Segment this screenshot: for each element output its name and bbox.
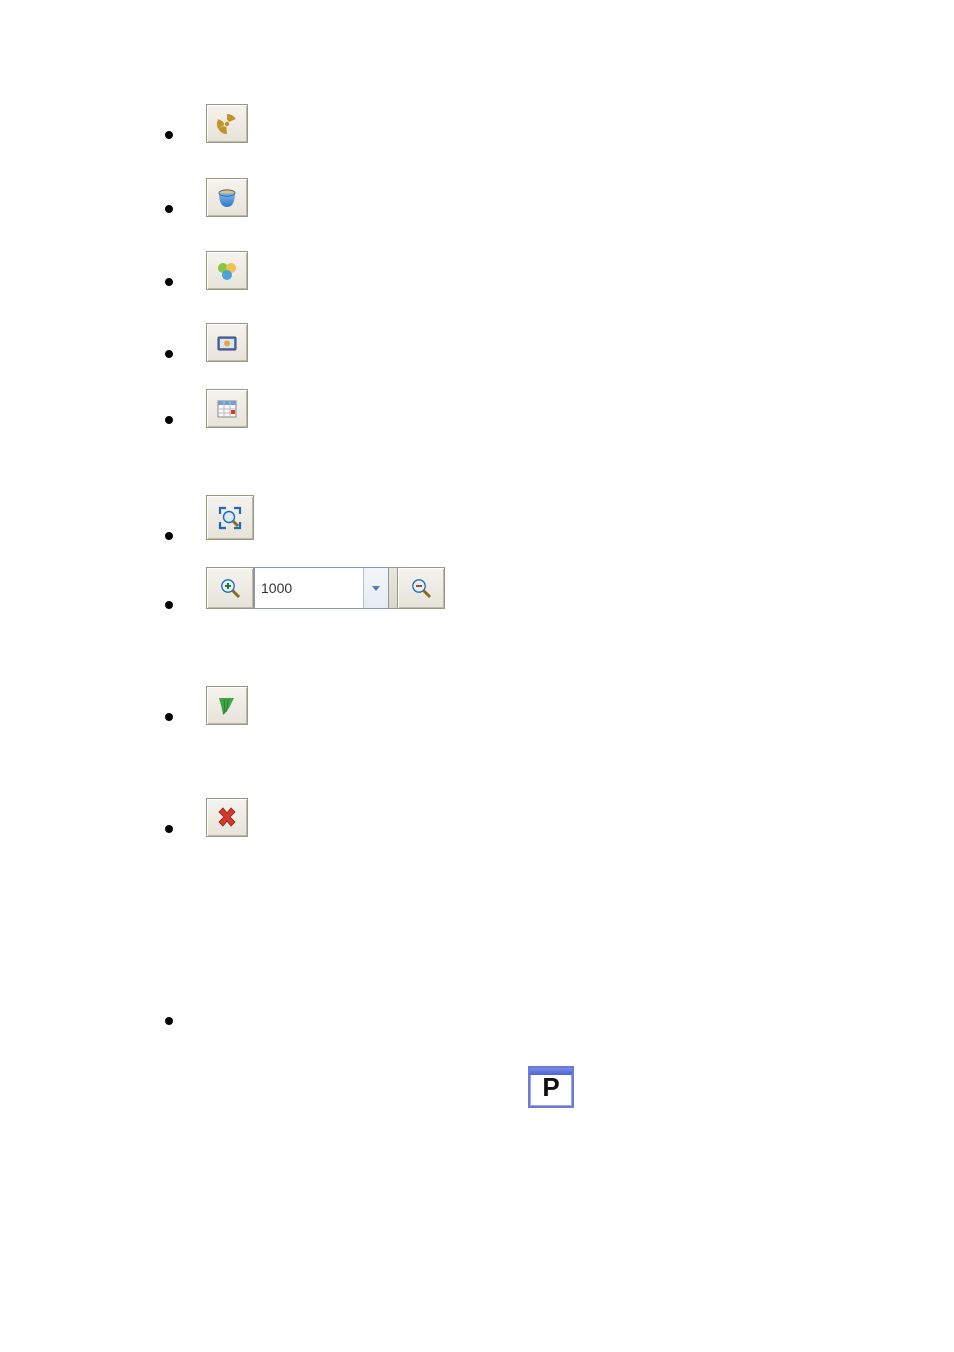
picture-icon [214, 330, 240, 356]
bullet [165, 131, 173, 139]
zoom-in-icon [217, 575, 243, 601]
toolbar-separator [389, 567, 397, 609]
zoom-fit-button[interactable] [206, 495, 254, 540]
bucket-button[interactable] [206, 178, 248, 217]
bullet [165, 278, 173, 286]
bullet [165, 825, 173, 833]
datagrid-icon [214, 396, 240, 422]
zoom-fit-icon [215, 503, 245, 533]
picture-button[interactable] [206, 323, 248, 362]
p-letter: P [542, 1072, 559, 1103]
sweep-icon [214, 693, 240, 719]
zoom-out-icon [408, 575, 434, 601]
sweep-button[interactable] [206, 686, 248, 725]
datagrid-button[interactable] [206, 389, 248, 428]
delete-icon [214, 805, 240, 831]
bullet [165, 532, 173, 540]
bullet [165, 1017, 173, 1025]
zoom-dropdown-button[interactable] [363, 568, 388, 608]
bullet [165, 416, 173, 424]
bullet [165, 713, 173, 721]
zoom-input[interactable] [255, 568, 363, 608]
zoom-out-button[interactable] [397, 567, 445, 609]
chevron-down-icon [369, 581, 383, 595]
bullet [165, 350, 173, 358]
shapes-button[interactable] [206, 251, 248, 290]
radioactive-button[interactable] [206, 104, 248, 143]
shapes-icon [214, 258, 240, 284]
zoom-bar [206, 567, 445, 609]
radioactive-icon [214, 111, 240, 137]
zoom-combo[interactable] [254, 567, 389, 609]
delete-button[interactable] [206, 798, 248, 837]
zoom-in-button[interactable] [206, 567, 254, 609]
p-icon-box: P [528, 1066, 574, 1108]
bullet [165, 205, 173, 213]
bucket-icon [214, 185, 240, 211]
bullet [165, 601, 173, 609]
